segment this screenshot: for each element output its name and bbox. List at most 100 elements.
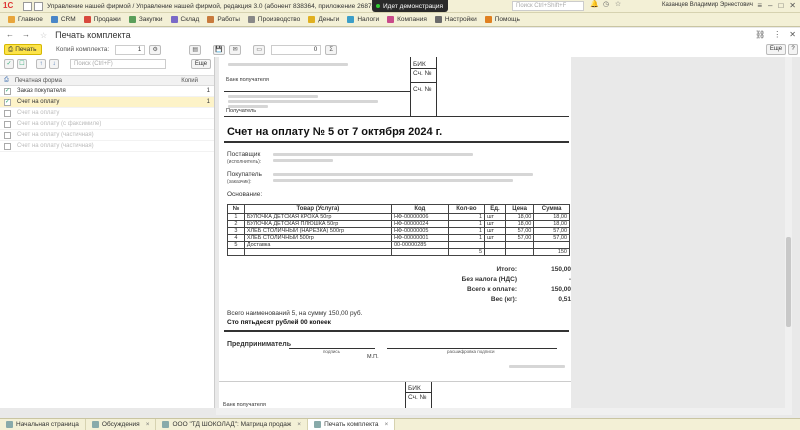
form-row[interactable]: ✓ Заказ покупателя 1 <box>0 86 214 97</box>
vertical-scrollbar[interactable] <box>785 57 792 408</box>
menu-item[interactable]: Производство <box>247 16 300 23</box>
section-icon <box>247 16 255 23</box>
window-tab[interactable]: ООО "ТД ШОКОЛАД": Матрица продаж × <box>156 419 309 430</box>
edit-button[interactable]: ▤ <box>189 44 202 55</box>
menu-item[interactable]: Работы <box>207 16 240 23</box>
form-checkbox[interactable] <box>4 131 11 139</box>
total-row: Вес (кг): 0,51 <box>379 296 571 306</box>
forms-list: ✓ Заказ покупателя 1 ✓ Счет на оплату 1 Счет н… <box>0 86 214 152</box>
forms-more-button[interactable]: Еще <box>191 59 211 69</box>
close-tab-icon[interactable]: × <box>297 421 301 428</box>
sum-text: Всего наименований 5, на сумму 150,00 ру… <box>227 310 363 317</box>
goods-cell: 18,00 <box>504 213 535 221</box>
window-tab[interactable]: Начальная страница <box>0 419 86 430</box>
star-icon[interactable]: ☆ <box>614 1 622 9</box>
menu-item[interactable]: Главное <box>8 16 43 23</box>
tab-icon <box>6 421 13 428</box>
print-button[interactable]: ⎙ Печать <box>4 44 42 55</box>
move-up-icon[interactable]: ↑ <box>36 59 46 69</box>
link-icon[interactable]: ⛓ <box>755 30 765 39</box>
menu-item[interactable]: Продажи <box>83 16 121 23</box>
more-button[interactable]: Еще <box>766 44 786 55</box>
goods-cell: 00-00000285 <box>390 241 449 249</box>
minimize-icon[interactable]: – <box>768 1 772 10</box>
goods-table-header: № Товар (Услуга) Код Кол-во Ед. Цена Сумма <box>227 204 570 214</box>
close-form-icon[interactable]: ✕ <box>789 30 796 39</box>
favorite-star-icon[interactable]: ☆ <box>40 31 47 40</box>
mail-button[interactable]: ✉ <box>229 44 242 55</box>
close-tab-icon[interactable]: × <box>146 421 150 428</box>
more-icon[interactable]: ⋮ <box>773 30 781 39</box>
form-checkbox[interactable] <box>4 109 11 117</box>
close-tab-icon[interactable]: × <box>385 421 389 428</box>
page-header: ← → ☆ Печать комплекта ⛓ ⋮ ✕ <box>0 28 800 42</box>
sheet-button[interactable]: ▭ <box>253 44 266 55</box>
col-form[interactable]: Печатная форма <box>15 78 62 84</box>
menu-item[interactable]: Помощь <box>484 16 520 23</box>
form-checkbox[interactable] <box>4 120 11 128</box>
goods-cell: НФ-00000006 <box>390 213 449 221</box>
user-name[interactable]: Казанцев Владимир Эрнестович <box>662 2 753 8</box>
col-copies[interactable]: Копий <box>181 78 198 84</box>
goods-cell: 57,00 <box>533 234 570 242</box>
forms-search-input[interactable]: Поиск (Ctrl+F) <box>70 59 166 69</box>
back-arrow-icon[interactable]: ← <box>4 30 16 40</box>
goods-cell: 18,00 <box>504 220 535 228</box>
menu-item[interactable]: Деньги <box>308 16 339 23</box>
settings-icon[interactable]: ≡ <box>757 1 762 10</box>
menu-item[interactable]: Закупки <box>128 16 163 23</box>
window-tab[interactable]: Печать комплекта × <box>308 419 396 430</box>
form-row[interactable]: Счет на оплату (с факсимиле) <box>0 119 214 130</box>
menu-item[interactable]: Налоги <box>347 16 379 23</box>
global-search-input[interactable]: Поиск Ctrl+Shift+F <box>512 1 584 11</box>
form-row[interactable]: Счет на оплату (частичная) <box>0 141 214 152</box>
bell-icon[interactable]: 🔔 <box>590 1 599 9</box>
close-icon[interactable]: ✕ <box>789 1 796 10</box>
copies-label: Копий комплекта: <box>56 46 110 53</box>
window-tab[interactable]: Обсуждения × <box>86 419 157 430</box>
check-all-icon[interactable]: ✓ <box>4 59 14 69</box>
save-button[interactable]: 💾 <box>213 44 226 55</box>
goods-cell: БУЛОЧКА ДЕТСКАЯ КРОХА 50гр <box>243 213 392 221</box>
form-checkbox[interactable] <box>4 142 11 150</box>
zoom-input[interactable]: 0 <box>271 44 322 55</box>
form-checkbox[interactable]: ✓ <box>4 87 11 95</box>
sum-button[interactable]: Σ <box>325 44 338 55</box>
forward-arrow-icon[interactable]: → <box>20 30 32 40</box>
horizontal-scrollbar[interactable] <box>216 408 792 415</box>
form-label: Счет на оплату (частичная) <box>17 143 94 149</box>
home-icon[interactable] <box>34 1 43 11</box>
menu-item[interactable]: Настройки <box>434 16 477 23</box>
goods-cell: 18,00 <box>533 220 570 228</box>
menu-item[interactable]: CRM <box>50 16 76 23</box>
form-label: Счет на оплату <box>17 110 60 116</box>
blurred-receiver <box>228 100 378 103</box>
menu-item[interactable]: Склад <box>170 16 199 23</box>
goods-cell: НФ-00000001 <box>390 234 449 242</box>
help-button[interactable]: ? <box>788 44 798 55</box>
blurred-bank <box>228 63 348 66</box>
form-copies[interactable]: 1 <box>207 88 210 94</box>
goods-col-header: Товар (Услуга) <box>243 204 392 214</box>
sections-menu: Главное CRM Продажи Закупки Склад Работы Произ… <box>0 13 800 27</box>
copies-input[interactable]: 1 <box>115 44 146 55</box>
form-row[interactable]: ✓ Счет на оплату 1 <box>0 97 214 108</box>
goods-total-cell <box>504 248 535 256</box>
scroll-thumb[interactable] <box>786 237 791 327</box>
uncheck-all-icon[interactable]: ☐ <box>17 59 27 69</box>
form-copies[interactable]: 1 <box>207 99 210 105</box>
goods-total-cell <box>227 248 245 256</box>
form-checkbox[interactable]: ✓ <box>4 98 11 106</box>
total-value: 150,00 <box>551 266 571 273</box>
history-icon[interactable]: ◷ <box>602 1 610 9</box>
form-row[interactable]: Счет на оплату <box>0 108 214 119</box>
move-down-icon[interactable]: ↓ <box>49 59 59 69</box>
window-menu-icon[interactable] <box>23 1 32 11</box>
settings-button[interactable]: ⚙ <box>149 44 162 55</box>
goods-row: 3 ХЛЕБ СТОЛИЧНЫЙ (НАРЕЗКА) 500гр НФ-000000… <box>227 227 570 235</box>
maximize-icon[interactable]: □ <box>778 1 783 10</box>
total-row: Всего к оплате: 150,00 <box>379 286 571 296</box>
goods-total-cell <box>484 248 506 256</box>
menu-item[interactable]: Компания <box>387 16 427 23</box>
form-row[interactable]: Счет на оплату (частичная) <box>0 130 214 141</box>
